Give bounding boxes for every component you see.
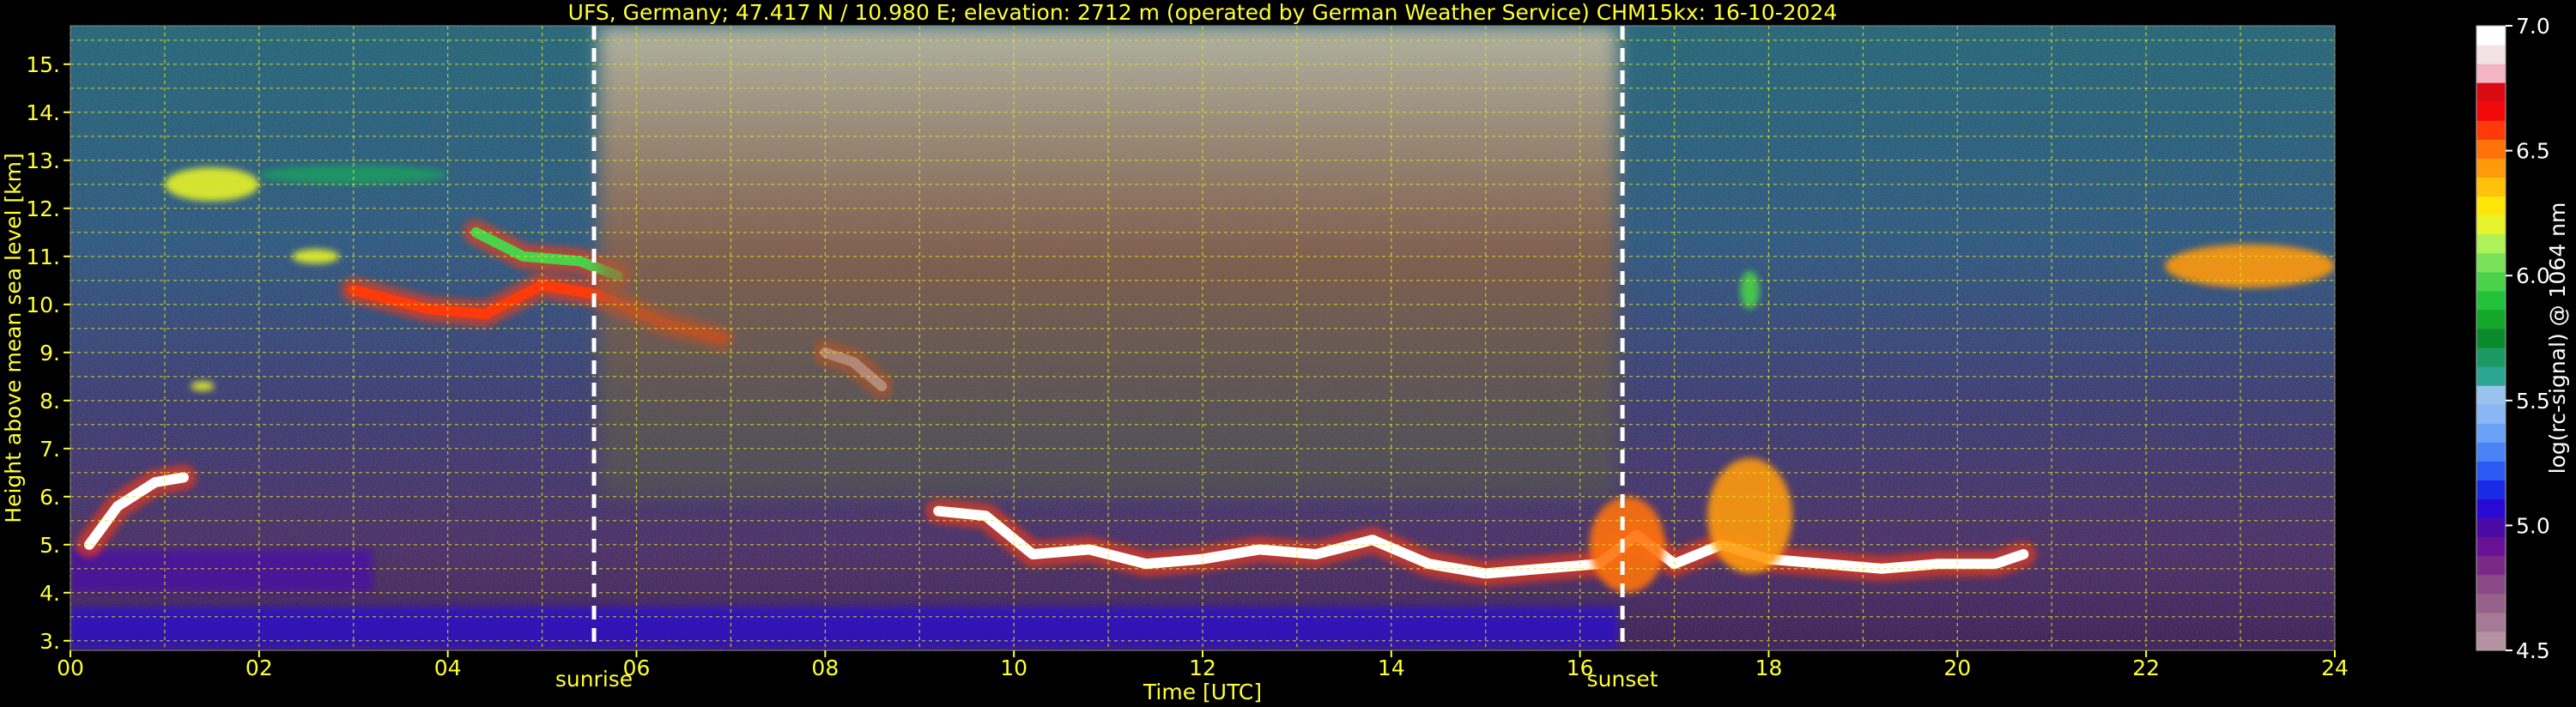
x-tick-label: 06 (623, 656, 651, 680)
colorbar-swatch (2476, 442, 2506, 462)
x-tick-label: 18 (1755, 656, 1783, 680)
colorbar-swatch (2476, 101, 2506, 121)
colorbar-swatch (2476, 177, 2506, 197)
colorbar-swatch (2476, 385, 2506, 405)
colorbar-swatch (2476, 404, 2506, 424)
x-axis: 00 02 04 06 08 10 12 14 16 18 20 22 24 (57, 650, 2349, 680)
sunrise-label: sunrise (555, 667, 633, 692)
x-tick-label: 24 (2321, 656, 2349, 680)
colorbar-swatch (2476, 347, 2506, 367)
y-tick-label: 5. (39, 533, 60, 558)
x-tick-label: 00 (57, 656, 84, 680)
colorbar-swatch (2476, 139, 2506, 159)
colorbar-swatch (2476, 271, 2506, 292)
cirrus-upper-tail (258, 165, 448, 184)
colorbar-tick-label: 6.5 (2516, 139, 2550, 164)
x-tick-label: 22 (2132, 656, 2160, 680)
colorbar: 4.55.05.56.06.57.0 (2476, 14, 2550, 663)
colorbar-swatch (2476, 517, 2506, 538)
y-tick-label: 10. (26, 293, 60, 317)
x-tick-label: 16 (1567, 656, 1594, 680)
colorbar-swatch (2476, 252, 2506, 273)
colorbar-swatch (2476, 593, 2506, 613)
y-axis: 3. 4. 5. 6. 7. 8. 9. 10. 11. 12. 13. 14. 15. (26, 52, 70, 654)
colorbar-swatch (2476, 555, 2506, 576)
pbl-upper-layer (70, 549, 373, 593)
colorbar-swatch (2476, 215, 2506, 235)
y-tick-label: 3. (39, 629, 60, 654)
colorbar-swatch (2476, 631, 2506, 651)
y-tick-label: 15. (26, 52, 60, 77)
colorbar-swatch (2476, 309, 2506, 329)
x-tick-label: 10 (1000, 656, 1027, 680)
chart-title: UFS, Germany; 47.417 N / 10.980 E; eleva… (568, 0, 1838, 25)
x-tick-label: 08 (811, 656, 839, 680)
cirrus-speck (191, 381, 215, 391)
colorbar-swatch (2476, 536, 2506, 557)
colorbar-swatch (2476, 423, 2506, 443)
y-tick-label: 8. (39, 389, 60, 414)
y-axis-label: Height above mean sea level [km] (1, 153, 26, 523)
colorbar-swatch (2476, 63, 2506, 83)
colorbar-swatch (2476, 158, 2506, 178)
x-tick-label: 02 (245, 656, 273, 680)
colorbar-swatch (2476, 480, 2506, 500)
colorbar-swatch (2476, 82, 2506, 102)
colorbar-swatch (2476, 26, 2506, 45)
colorbar-tick-label: 7.0 (2516, 14, 2550, 39)
plot-area: sunrise sunset (70, 25, 2336, 692)
x-tick-label: 12 (1189, 656, 1216, 680)
colorbar-tick-label: 4.5 (2516, 638, 2550, 663)
convective-cloud-18 (1707, 458, 1792, 574)
x-axis-label: Time [UTC] (1143, 680, 1262, 704)
y-tick-label: 9. (39, 341, 60, 366)
cirrus-evening (2165, 244, 2335, 288)
ceilometer-chart: sunrise sunset 00 02 04 06 08 10 12 14 16 18 20 22 24… (1, 0, 2570, 704)
colorbar-swatch (2476, 461, 2506, 480)
colorbar-swatch (2476, 120, 2506, 140)
colorbar-swatch (2476, 45, 2506, 64)
colorbar-swatch (2476, 499, 2506, 519)
colorbar-swatch (2476, 233, 2506, 254)
colorbar-swatch (2476, 196, 2506, 216)
convective-cloud-evening (1589, 496, 1665, 593)
sunset-label: sunset (1587, 667, 1658, 692)
colorbar-tick-label: 5.0 (2516, 513, 2550, 538)
colorbar-swatch (2476, 366, 2506, 386)
colorbar-swatch (2476, 328, 2506, 348)
y-tick-label: 14. (26, 100, 60, 125)
x-tick-label: 20 (1943, 656, 1971, 680)
virga-18 (1740, 270, 1760, 310)
colorbar-swatch (2476, 290, 2506, 311)
colorbar-label: log(rc-signal) @ 1064 nm (2545, 202, 2570, 474)
y-tick-label: 13. (26, 148, 60, 173)
colorbar-swatch (2476, 574, 2506, 595)
y-tick-label: 6. (39, 485, 60, 510)
colorbar-swatch (2476, 612, 2506, 632)
y-tick-label: 4. (39, 581, 60, 606)
x-tick-label: 14 (1378, 656, 1405, 680)
boundary-layer-aerosol (70, 607, 1618, 649)
y-tick-label: 7. (39, 437, 60, 462)
y-tick-label: 12. (26, 196, 60, 221)
y-tick-label: 11. (26, 245, 60, 269)
x-tick-label: 04 (434, 656, 462, 680)
